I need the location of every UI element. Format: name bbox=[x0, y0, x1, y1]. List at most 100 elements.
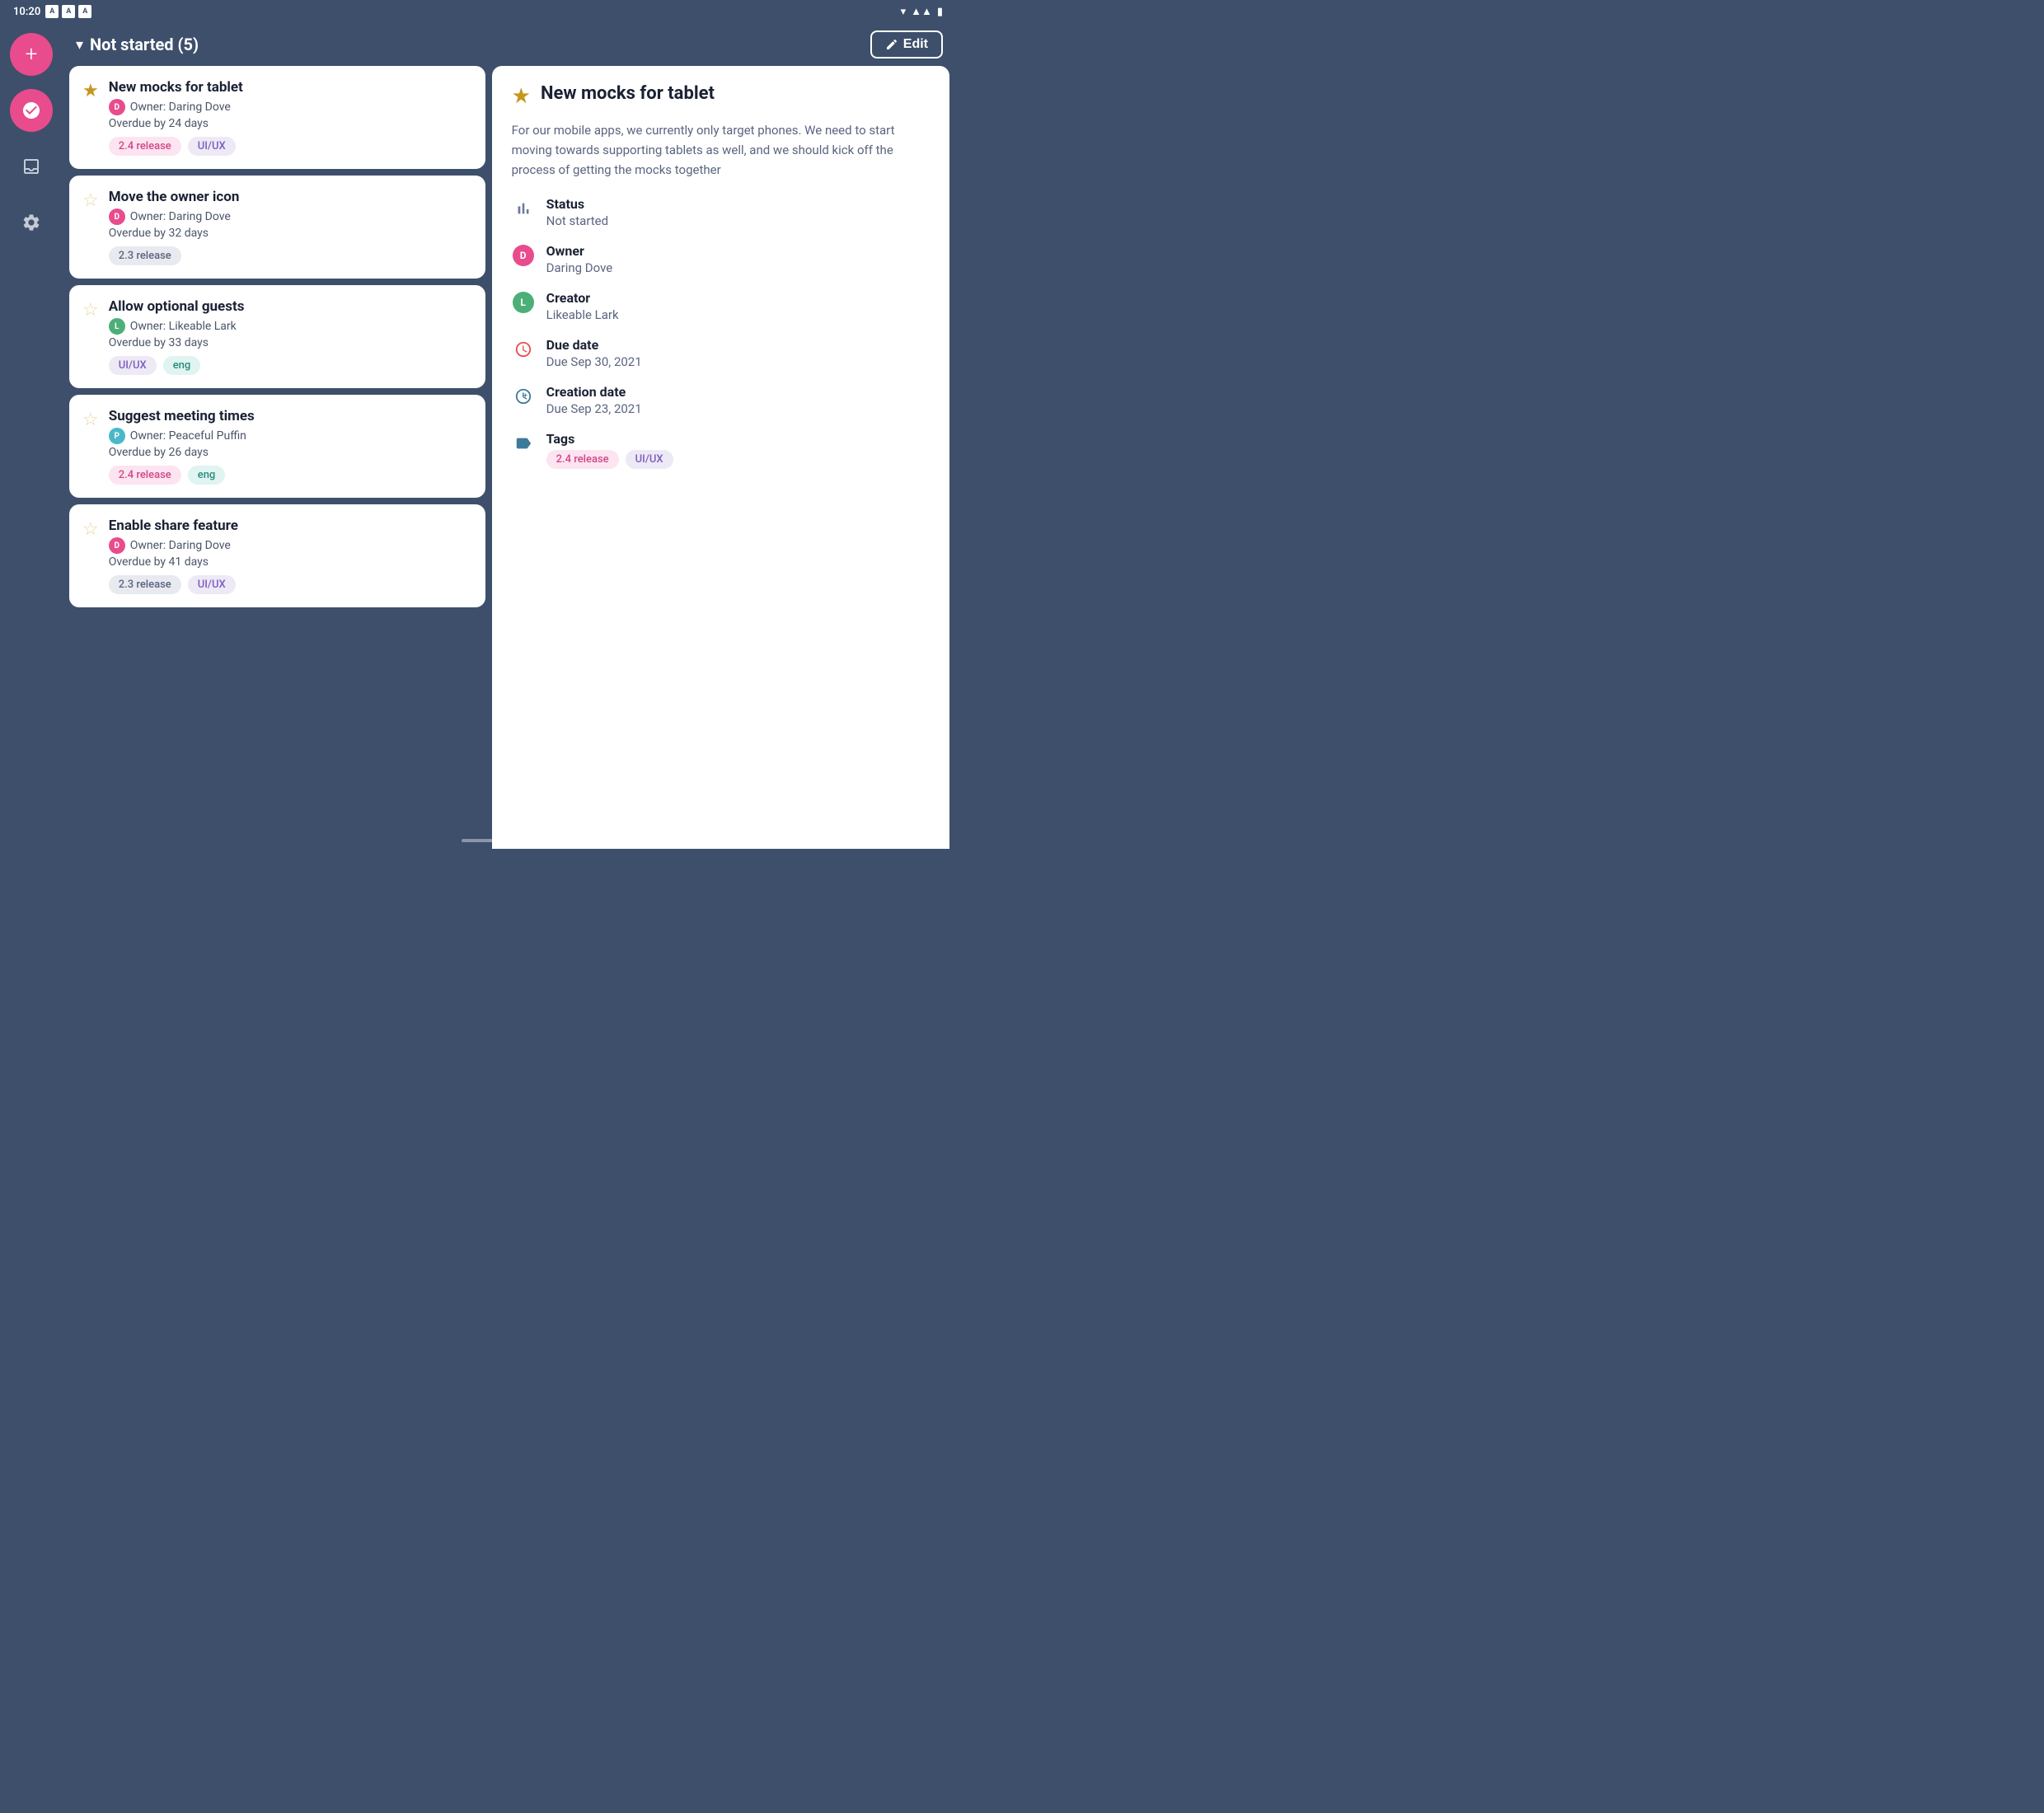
task-body-2: Move the owner icon D Owner: Daring Dove… bbox=[109, 189, 472, 265]
sidebar-item-settings[interactable] bbox=[10, 201, 53, 244]
status-value: Not started bbox=[546, 213, 608, 228]
owner-avatar-2: D bbox=[109, 208, 125, 225]
signal-icon: ▲▲ bbox=[911, 5, 932, 18]
header-left: ▾ Not started (5) bbox=[76, 35, 199, 54]
detail-field-due-date: Due date Due Sep 30, 2021 bbox=[512, 337, 930, 369]
task-list-panel: ★ New mocks for tablet D Owner: Daring D… bbox=[69, 66, 492, 849]
tag-24release-1[interactable]: 2.4 release bbox=[109, 137, 181, 156]
collapse-chevron-icon[interactable]: ▾ bbox=[76, 36, 83, 54]
detail-header: ★ New mocks for tablet bbox=[512, 82, 930, 109]
sidebar: + bbox=[0, 23, 63, 849]
detail-field-status: Status Not started bbox=[512, 196, 930, 228]
task-card-2[interactable]: ☆ Move the owner icon D Owner: Daring Do… bbox=[69, 176, 485, 279]
status-bar-right: ▾ ▲▲ ▮ bbox=[901, 5, 943, 18]
detail-tag-24release[interactable]: 2.4 release bbox=[546, 450, 619, 469]
sidebar-item-inbox[interactable] bbox=[10, 145, 53, 188]
header: ▾ Not started (5) Edit bbox=[63, 23, 956, 66]
edit-icon bbox=[885, 38, 898, 51]
task-owner-row-2: D Owner: Daring Dove bbox=[109, 208, 472, 225]
owner-name-4: Owner: Peaceful Puffin bbox=[130, 429, 246, 443]
tag-icon bbox=[514, 434, 532, 452]
star-icon-5[interactable]: ☆ bbox=[82, 519, 99, 540]
owner-avatar-1: D bbox=[109, 99, 125, 115]
star-icon-4[interactable]: ☆ bbox=[82, 410, 99, 430]
check-circle-icon bbox=[21, 101, 41, 120]
tags-field-content: Tags 2.4 release UI/UX bbox=[546, 431, 673, 469]
creator-field-content: Creator Likeable Lark bbox=[546, 290, 619, 322]
edit-button[interactable]: Edit bbox=[870, 30, 943, 59]
content-area: ▾ Not started (5) Edit ★ New mocks for t… bbox=[63, 23, 956, 849]
inbox-icon bbox=[21, 157, 41, 176]
task-title-4: Suggest meeting times bbox=[109, 408, 472, 424]
edit-label: Edit bbox=[903, 37, 928, 52]
tag-24release-4[interactable]: 2.4 release bbox=[109, 466, 181, 485]
overdue-1: Overdue by 24 days bbox=[109, 117, 472, 130]
status-icon bbox=[512, 197, 535, 220]
tag-eng-4[interactable]: eng bbox=[188, 466, 226, 485]
creation-date-icon bbox=[512, 385, 535, 408]
due-date-label: Due date bbox=[546, 337, 642, 353]
detail-field-tags: Tags 2.4 release UI/UX bbox=[512, 431, 930, 469]
owner-detail-avatar: D bbox=[513, 245, 534, 266]
sidebar-item-tasks[interactable] bbox=[10, 89, 53, 132]
creation-date-label: Creation date bbox=[546, 384, 642, 400]
overdue-5: Overdue by 41 days bbox=[109, 555, 472, 569]
task-body-5: Enable share feature D Owner: Daring Dov… bbox=[109, 518, 472, 594]
task-owner-row-4: P Owner: Peaceful Puffin bbox=[109, 428, 472, 444]
status-field-content: Status Not started bbox=[546, 196, 608, 228]
detail-panel: ★ New mocks for tablet For our mobile ap… bbox=[492, 66, 949, 849]
detail-tags-row: 2.4 release UI/UX bbox=[546, 450, 673, 469]
due-date-field-content: Due date Due Sep 30, 2021 bbox=[546, 337, 642, 369]
tags-row-1: 2.4 release UI/UX bbox=[109, 137, 472, 156]
overdue-2: Overdue by 32 days bbox=[109, 227, 472, 240]
tag-23release-5[interactable]: 2.3 release bbox=[109, 575, 181, 594]
status-bar-left: 10:20 A A A bbox=[13, 5, 91, 18]
status-time: 10:20 bbox=[13, 6, 40, 18]
tag-uiux-5[interactable]: UI/UX bbox=[188, 575, 236, 594]
task-card-3[interactable]: ☆ Allow optional guests L Owner: Likeabl… bbox=[69, 285, 485, 388]
status-icon-a1: A bbox=[45, 5, 59, 18]
detail-description: For our mobile apps, we currently only t… bbox=[512, 120, 930, 180]
tag-uiux-3[interactable]: UI/UX bbox=[109, 356, 157, 375]
owner-field-content: Owner Daring Dove bbox=[546, 243, 613, 275]
owner-field-icon: D bbox=[512, 244, 535, 267]
clock-icon bbox=[514, 340, 532, 358]
task-owner-row-1: D Owner: Daring Dove bbox=[109, 99, 472, 115]
owner-avatar-4: P bbox=[109, 428, 125, 444]
tag-uiux-1[interactable]: UI/UX bbox=[188, 137, 236, 156]
status-icon-a3: A bbox=[78, 5, 91, 18]
task-body-4: Suggest meeting times P Owner: Peaceful … bbox=[109, 408, 472, 485]
wifi-icon: ▾ bbox=[901, 6, 907, 18]
plus-icon: + bbox=[26, 44, 38, 65]
task-title-1: New mocks for tablet bbox=[109, 79, 472, 96]
star-icon-2[interactable]: ☆ bbox=[82, 190, 99, 211]
task-card-5[interactable]: ☆ Enable share feature D Owner: Daring D… bbox=[69, 504, 485, 607]
task-owner-row-5: D Owner: Daring Dove bbox=[109, 537, 472, 554]
detail-field-creation-date: Creation date Due Sep 23, 2021 bbox=[512, 384, 930, 416]
owner-avatar-3: L bbox=[109, 318, 125, 335]
tags-icon bbox=[512, 432, 535, 455]
tag-eng-3[interactable]: eng bbox=[163, 356, 201, 375]
star-icon-3[interactable]: ☆ bbox=[82, 300, 99, 321]
creator-detail-avatar: L bbox=[513, 292, 534, 313]
creator-value: Likeable Lark bbox=[546, 307, 619, 322]
detail-tag-uiux[interactable]: UI/UX bbox=[626, 450, 673, 469]
owner-label: Owner bbox=[546, 243, 613, 259]
detail-star-icon: ★ bbox=[512, 84, 531, 109]
detail-title: New mocks for tablet bbox=[541, 82, 715, 106]
task-body-1: New mocks for tablet D Owner: Daring Dov… bbox=[109, 79, 472, 156]
task-card-1[interactable]: ★ New mocks for tablet D Owner: Daring D… bbox=[69, 66, 485, 169]
overdue-3: Overdue by 33 days bbox=[109, 336, 472, 349]
task-card-4[interactable]: ☆ Suggest meeting times P Owner: Peacefu… bbox=[69, 395, 485, 498]
owner-name-2: Owner: Daring Dove bbox=[130, 210, 231, 223]
creation-date-field-content: Creation date Due Sep 23, 2021 bbox=[546, 384, 642, 416]
owner-value: Daring Dove bbox=[546, 260, 613, 275]
overdue-4: Overdue by 26 days bbox=[109, 446, 472, 459]
tag-23release-2[interactable]: 2.3 release bbox=[109, 246, 181, 265]
panels: ★ New mocks for tablet D Owner: Daring D… bbox=[63, 66, 956, 849]
task-title-3: Allow optional guests bbox=[109, 298, 472, 315]
add-button[interactable]: + bbox=[10, 33, 53, 76]
settings-icon bbox=[21, 213, 41, 232]
main-layout: + ▾ Not started (5) bbox=[0, 23, 956, 849]
star-icon-1[interactable]: ★ bbox=[82, 81, 99, 101]
